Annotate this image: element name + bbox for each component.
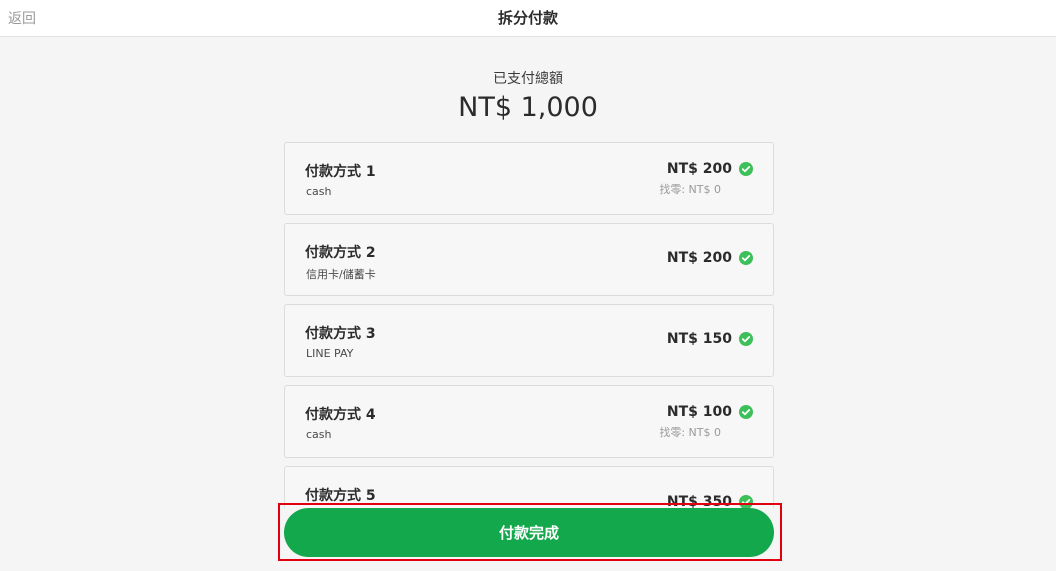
check-circle-icon xyxy=(739,162,753,176)
change-amount: 找零: NT$ 0 xyxy=(659,183,721,196)
change-amount: 找零: NT$ 0 xyxy=(659,426,721,439)
payment-amount-block: NT$ 350 xyxy=(667,494,753,508)
check-circle-icon xyxy=(739,251,753,265)
payment-method: 信用卡/儲蓄卡 xyxy=(306,268,376,281)
payment-amount-block: NT$ 100 找零: NT$ 0 xyxy=(659,404,753,440)
payment-amount: NT$ 150 xyxy=(666,331,732,347)
total-paid-amount: NT$ 1,000 xyxy=(458,92,598,123)
check-circle-icon xyxy=(739,495,753,508)
check-circle-icon xyxy=(739,332,753,346)
payment-amount-block: NT$ 200 找零: NT$ 0 xyxy=(659,161,753,197)
payment-method: LINE PAY xyxy=(306,347,354,360)
top-bar: 返回 拆分付款 xyxy=(0,0,1056,37)
payment-amount: NT$ 200 xyxy=(666,250,732,266)
payment-amount-block: NT$ 150 xyxy=(667,331,753,347)
page-title: 拆分付款 xyxy=(497,9,558,27)
payment-title: 付款方式 5 xyxy=(305,488,376,504)
payment-amount: NT$ 200 xyxy=(666,161,732,177)
payment-amount-block: NT$ 200 xyxy=(667,250,753,266)
check-circle-icon xyxy=(739,405,753,419)
payment-title: 付款方式 3 xyxy=(305,326,376,342)
payment-method: cash xyxy=(306,185,332,198)
payment-title: 付款方式 2 xyxy=(305,245,376,261)
payment-card-1[interactable]: 付款方式 1 cash NT$ 200 找零: NT$ 0 xyxy=(284,142,774,215)
payment-card-3[interactable]: 付款方式 3 LINE PAY NT$ 150 xyxy=(284,304,774,377)
payment-title: 付款方式 1 xyxy=(305,164,376,180)
payment-card-2[interactable]: 付款方式 2 信用卡/儲蓄卡 NT$ 200 xyxy=(284,223,774,296)
total-paid-label: 已支付總額 xyxy=(493,71,563,87)
payment-amount: NT$ 100 xyxy=(666,404,732,420)
payment-title: 付款方式 4 xyxy=(305,407,376,423)
payment-list[interactable]: 付款方式 1 cash NT$ 200 找零: NT$ 0 付款方式 2 信用卡… xyxy=(284,142,774,508)
payment-complete-button[interactable]: 付款完成 xyxy=(284,508,774,557)
payment-method: cash xyxy=(306,428,332,441)
payment-card-4[interactable]: 付款方式 4 cash NT$ 100 找零: NT$ 0 xyxy=(284,385,774,458)
payment-card-5[interactable]: 付款方式 5 NT$ 350 xyxy=(284,466,774,508)
payment-amount: NT$ 350 xyxy=(666,494,732,508)
